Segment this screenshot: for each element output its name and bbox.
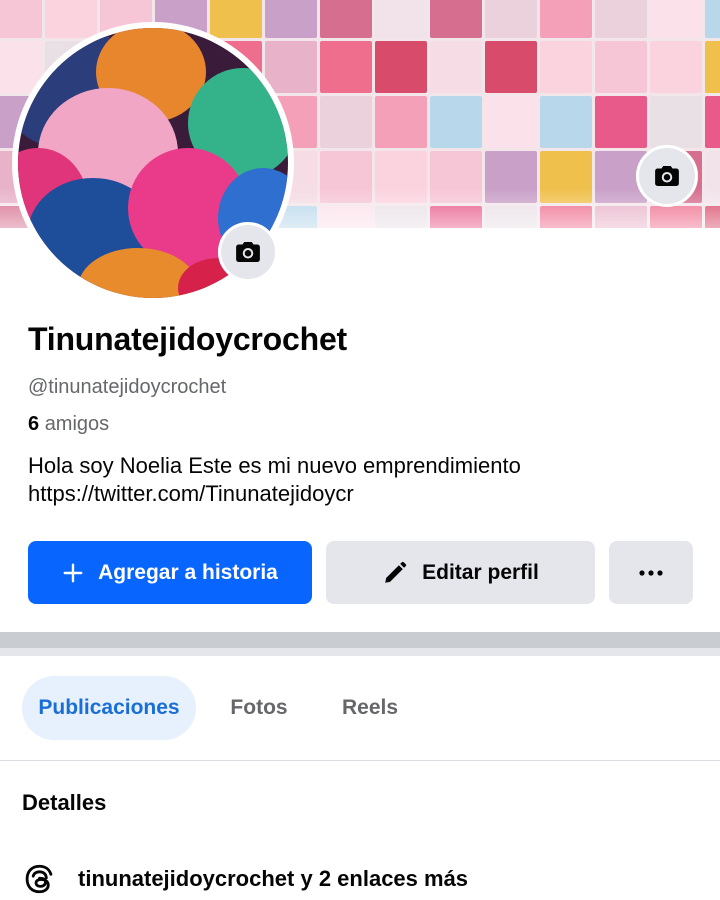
cover-tile	[375, 41, 427, 93]
tab-fotos[interactable]: Fotos	[222, 676, 296, 740]
details-links-row[interactable]: tinunatejidoycrochet y 2 enlaces más	[22, 862, 468, 896]
more-dots-icon	[639, 569, 663, 576]
bio-link[interactable]: https://twitter.com/Tinunatejidoycr	[28, 480, 688, 508]
add-story-button[interactable]: Agregar a historia	[28, 541, 312, 604]
more-options-button[interactable]	[609, 541, 693, 604]
section-divider	[0, 632, 720, 656]
pencil-icon	[385, 561, 407, 583]
cover-tile	[650, 41, 702, 93]
cover-tile	[705, 96, 720, 148]
cover-tile	[320, 96, 372, 148]
cover-tile	[540, 41, 592, 93]
camera-icon	[655, 166, 679, 186]
edit-profile-label: Editar perfil	[422, 560, 539, 584]
cover-tile	[375, 96, 427, 148]
cover-tile	[210, 0, 262, 38]
cover-tile	[430, 96, 482, 148]
cover-camera-button[interactable]	[636, 145, 698, 207]
cover-tile	[650, 96, 702, 148]
plus-icon	[63, 563, 83, 582]
camera-icon	[236, 242, 260, 262]
cover-tile	[265, 0, 317, 38]
tab-reels[interactable]: Reels	[334, 676, 406, 740]
cover-tile	[595, 96, 647, 148]
cover-tile	[485, 41, 537, 93]
cover-tile	[595, 41, 647, 93]
cover-tile	[320, 0, 372, 38]
profile-bio: Hola soy Noelia Este es mi nuevo emprend…	[28, 452, 688, 508]
cover-tile	[430, 0, 482, 38]
friends-label: amigos	[44, 413, 110, 435]
friends-number: 6	[28, 413, 40, 435]
edit-profile-button[interactable]: Editar perfil	[326, 541, 595, 604]
profile-handle: @tinunatejidoycrochet	[28, 376, 227, 398]
bio-text: Hola soy Noelia Este es mi nuevo emprend…	[28, 453, 521, 478]
cover-tile	[320, 41, 372, 93]
details-title: Detalles	[22, 790, 107, 815]
cover-tile	[485, 96, 537, 148]
threads-icon	[25, 864, 53, 894]
cover-tile	[705, 0, 720, 38]
friends-count[interactable]: 6 amigos	[28, 413, 109, 436]
cover-tile	[540, 96, 592, 148]
cover-tile	[430, 41, 482, 93]
details-link-text: tinunatejidoycrochet y 2 enlaces más	[78, 866, 469, 891]
cover-tile	[705, 41, 720, 93]
cover-tile	[650, 0, 702, 38]
avatar-camera-button[interactable]	[218, 222, 278, 282]
tab-publicaciones[interactable]: Publicaciones	[22, 676, 196, 740]
cover-tile	[375, 0, 427, 38]
cover-tile	[485, 0, 537, 38]
cover-tile	[540, 0, 592, 38]
tabs-separator	[0, 760, 720, 761]
cover-tile	[595, 0, 647, 38]
add-story-label: Agregar a historia	[98, 560, 278, 584]
profile-name: Tinunatejidoycrochet	[28, 321, 348, 357]
